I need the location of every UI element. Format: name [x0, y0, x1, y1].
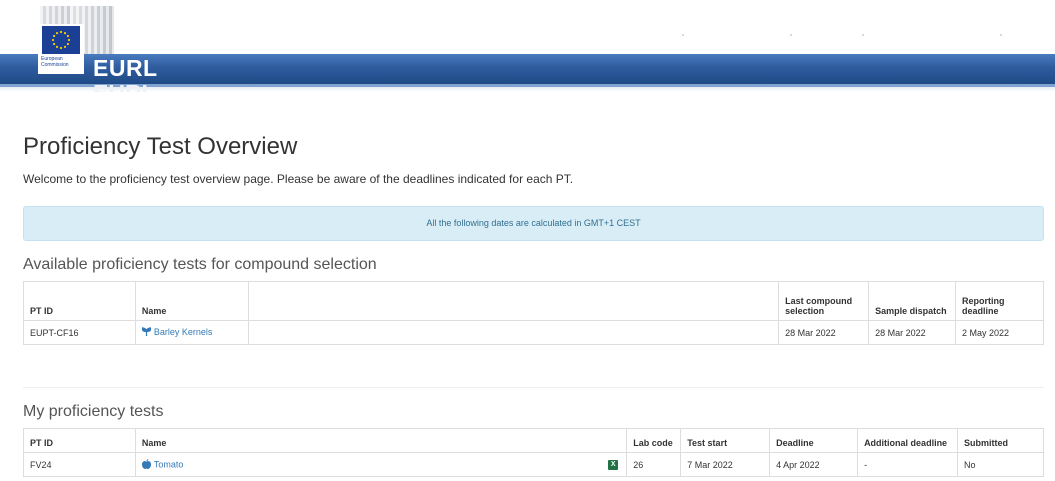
timezone-notice-text: All the following dates are calculated i… — [426, 218, 641, 228]
col-header-last-compound: Last compound selection — [778, 281, 870, 321]
cell-pt-id: FV24 — [23, 452, 136, 477]
section-divider — [23, 387, 1044, 388]
plant-sprout-icon — [141, 327, 152, 338]
my-tests-heading: My proficiency tests — [23, 403, 164, 420]
header-band — [0, 54, 1055, 84]
col-header-test-start: Test start — [680, 428, 771, 453]
col-header-lab-code: Lab code — [626, 428, 682, 453]
col-header-spacer — [247, 281, 780, 321]
col-header-pt-id: PT ID — [23, 281, 136, 321]
cell-reporting: 2 May 2022 — [955, 320, 1044, 345]
col-header-submitted: Submitted — [957, 428, 1044, 453]
eu-flag-icon — [42, 26, 80, 54]
table-header-row: PT ID Name Last compound selection Sampl… — [23, 281, 1044, 321]
commission-text: European Commission — [41, 56, 69, 68]
cell-spacer — [247, 320, 780, 345]
col-header-reporting: Reporting deadline — [955, 281, 1044, 321]
cell-additional-deadline: - — [857, 452, 958, 477]
header-dot — [790, 34, 792, 36]
table-row: EUPT-CF16 Barley Kernels 28 Mar 2022 28 … — [23, 320, 1044, 345]
cell-last-compound: 28 Mar 2022 — [778, 320, 870, 345]
barley-kernels-link[interactable]: Barley Kernels — [154, 327, 213, 337]
cell-name: Barley Kernels — [134, 320, 249, 345]
european-commission-logo[interactable]: European Commission — [38, 24, 84, 74]
brand-title-reflection: EURL — [93, 80, 156, 92]
cell-pt-id: EUPT-CF16 — [23, 320, 136, 345]
cell-test-start: 7 Mar 2022 — [680, 452, 771, 477]
col-header-additional-deadline: Additional deadline — [857, 428, 958, 453]
timezone-notice: All the following dates are calculated i… — [23, 206, 1044, 241]
brand-title[interactable]: EURL — [93, 55, 158, 82]
header-dot — [862, 34, 864, 36]
page-title: Proficiency Test Overview — [23, 133, 298, 160]
available-tests-heading: Available proficiency tests for compound… — [23, 256, 377, 273]
col-header-deadline: Deadline — [769, 428, 859, 453]
commission-line-2: Commission — [41, 62, 69, 68]
col-header-pt-id: PT ID — [23, 428, 136, 453]
header-dot — [682, 34, 684, 36]
excel-icon[interactable]: X — [608, 460, 619, 470]
site-header: European Commission EURL EURL — [0, 0, 1055, 100]
cell-deadline: 4 Apr 2022 — [769, 452, 859, 477]
col-header-sample-dispatch: Sample dispatch — [868, 281, 956, 321]
header-band-shadow — [0, 87, 1055, 92]
welcome-text: Welcome to the proficiency test overview… — [23, 172, 574, 186]
available-tests-table: PT ID Name Last compound selection Sampl… — [23, 281, 1044, 345]
cell-submitted: No — [957, 452, 1044, 477]
cell-lab-code: 26 — [626, 452, 682, 477]
cell-sample-dispatch: 28 Mar 2022 — [868, 320, 956, 345]
table-header-row: PT ID Name Lab code Test start Deadline … — [23, 428, 1044, 453]
header-dot — [1000, 34, 1002, 36]
col-header-name: Name — [134, 281, 249, 321]
tomato-link[interactable]: Tomato — [154, 459, 184, 469]
cell-name: Tomato X — [134, 452, 628, 477]
my-tests-table: PT ID Name Lab code Test start Deadline … — [23, 428, 1044, 477]
apple-icon — [141, 458, 151, 471]
header-top — [0, 0, 1055, 54]
table-row: FV24 Tomato X 26 7 Mar 2022 4 Apr 2022 -… — [23, 452, 1044, 477]
col-header-name: Name — [134, 428, 628, 453]
